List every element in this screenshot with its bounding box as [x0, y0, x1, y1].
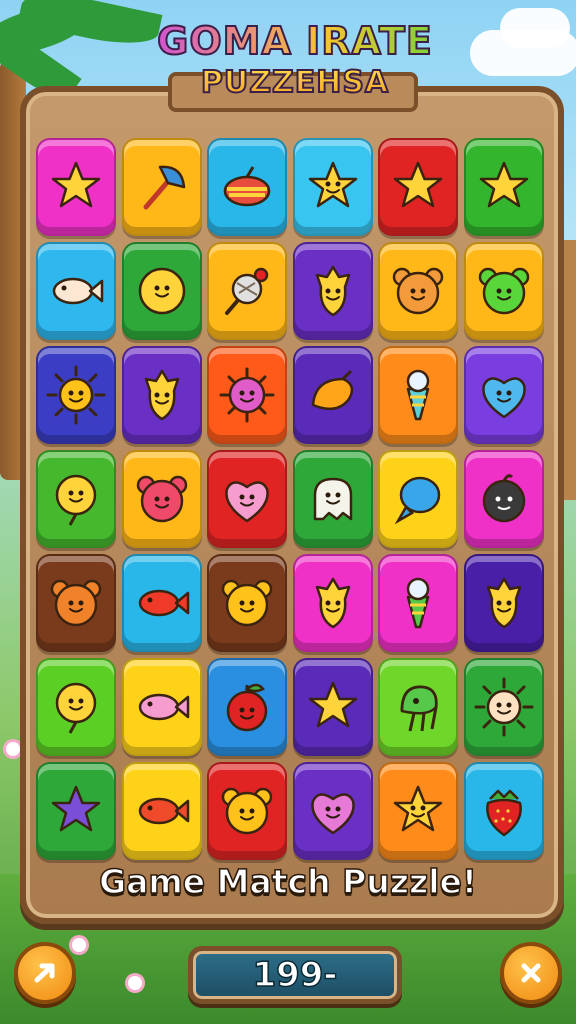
- arrow-button[interactable]: [14, 942, 76, 1004]
- score-display: 199-: [188, 946, 402, 1004]
- fish-icon: [138, 589, 189, 617]
- tile-r4-c4[interactable]: [292, 450, 373, 548]
- cone-icon: [407, 577, 430, 629]
- tile-r4-c3[interactable]: [207, 450, 288, 548]
- apple-icon: [226, 683, 268, 732]
- flower: [72, 938, 86, 952]
- bear-icon: [136, 475, 187, 523]
- tile-r1-c3[interactable]: [207, 138, 288, 236]
- star-icon: [479, 161, 529, 208]
- star-icon: [51, 785, 101, 832]
- bear-icon: [50, 579, 102, 627]
- tile-r2-c5[interactable]: [378, 242, 459, 340]
- tile-r7-c1[interactable]: [36, 762, 116, 860]
- drop-face-icon: [315, 577, 351, 629]
- tile-r7-c5[interactable]: [378, 762, 459, 860]
- heart-face-icon: [310, 793, 355, 835]
- bear-icon: [221, 579, 273, 627]
- sun-icon: [474, 677, 534, 737]
- tile-r3-c1[interactable]: [36, 346, 116, 444]
- tile-r7-c2[interactable]: [121, 762, 202, 860]
- tile-r2-c4[interactable]: [292, 242, 373, 340]
- tile-r2-c1[interactable]: [36, 242, 116, 340]
- close-icon: [521, 963, 541, 983]
- flower: [128, 976, 142, 990]
- cloud: [500, 8, 570, 48]
- heart-face-icon: [225, 481, 269, 523]
- balloon-face-icon: [55, 474, 97, 526]
- cone-icon: [407, 369, 430, 421]
- tile-grid: [36, 138, 544, 860]
- tile-r2-c2[interactable]: [121, 242, 202, 340]
- tile-r6-c5[interactable]: [378, 658, 459, 756]
- tile-r5-c5[interactable]: [378, 554, 459, 652]
- drop-face-icon: [486, 577, 522, 629]
- star-icon: [308, 681, 358, 728]
- bear-icon: [478, 267, 530, 315]
- tile-r6-c2[interactable]: [121, 658, 202, 756]
- top-icon: [223, 166, 271, 207]
- tile-r6-c1[interactable]: [36, 658, 116, 756]
- title-line-2: PUZZEHSA: [150, 64, 440, 102]
- tile-r6-c3[interactable]: [207, 658, 288, 756]
- fish-icon: [138, 797, 189, 825]
- tile-r5-c4[interactable]: [292, 554, 373, 652]
- tile-r7-c4[interactable]: [292, 762, 373, 860]
- tile-r2-c6[interactable]: [463, 242, 544, 340]
- arrow-icon: [34, 963, 55, 983]
- star-face-icon: [308, 161, 358, 208]
- drop-face-icon: [144, 369, 179, 421]
- sun-icon: [46, 365, 106, 425]
- tile-r4-c5[interactable]: [378, 450, 459, 548]
- balloon-icon: [395, 476, 441, 525]
- fish-icon: [52, 277, 104, 305]
- bear-icon: [393, 267, 444, 315]
- tile-r1-c2[interactable]: [121, 138, 202, 236]
- tile-r5-c6[interactable]: [463, 554, 544, 652]
- mango-icon: [311, 369, 353, 411]
- blob-icon: [482, 474, 526, 523]
- tile-r5-c1[interactable]: [36, 554, 116, 652]
- tile-r6-c6[interactable]: [463, 658, 544, 756]
- tile-r4-c1[interactable]: [36, 450, 116, 548]
- balloon-face-icon: [55, 682, 97, 734]
- game-caption: Game Match Puzzle!: [98, 861, 477, 902]
- star-icon: [394, 161, 443, 208]
- tile-r3-c2[interactable]: [121, 346, 202, 444]
- tile-r5-c2[interactable]: [121, 554, 202, 652]
- octopus-icon: [400, 685, 439, 732]
- tile-r2-c3[interactable]: [207, 242, 288, 340]
- flower: [6, 742, 20, 756]
- tile-r3-c4[interactable]: [292, 346, 373, 444]
- virus-icon: [219, 367, 275, 423]
- tile-r4-c6[interactable]: [463, 450, 544, 548]
- tile-r3-c6[interactable]: [463, 346, 544, 444]
- tile-r6-c4[interactable]: [292, 658, 373, 756]
- score-value: 199-: [252, 954, 339, 996]
- close-button[interactable]: [500, 942, 562, 1004]
- drop-face-icon: [315, 265, 351, 317]
- tile-r5-c3[interactable]: [207, 554, 288, 652]
- smiley-icon: [138, 267, 185, 315]
- star-icon: [51, 161, 101, 208]
- star-face-icon: [394, 785, 443, 832]
- heart-face-icon: [482, 377, 526, 419]
- tile-r1-c6[interactable]: [463, 138, 544, 236]
- tile-r1-c4[interactable]: [292, 138, 373, 236]
- tile-r3-c3[interactable]: [207, 346, 288, 444]
- strawberry-icon: [486, 789, 522, 837]
- title-line-1: GOMA IRATE: [150, 18, 440, 64]
- tile-r1-c1[interactable]: [36, 138, 116, 236]
- tile-r7-c3[interactable]: [207, 762, 288, 860]
- arrow-icon: [143, 165, 185, 210]
- tile-r1-c5[interactable]: [378, 138, 459, 236]
- tile-r7-c6[interactable]: [463, 762, 544, 860]
- tile-r3-c5[interactable]: [378, 346, 459, 444]
- fish-icon: [138, 693, 189, 721]
- bear-icon: [221, 787, 273, 835]
- tile-r4-c2[interactable]: [121, 450, 202, 548]
- ghost-icon: [313, 477, 353, 521]
- game-title: GOMA IRATE PUZZEHSA: [150, 18, 440, 110]
- lollipop-icon: [225, 267, 269, 315]
